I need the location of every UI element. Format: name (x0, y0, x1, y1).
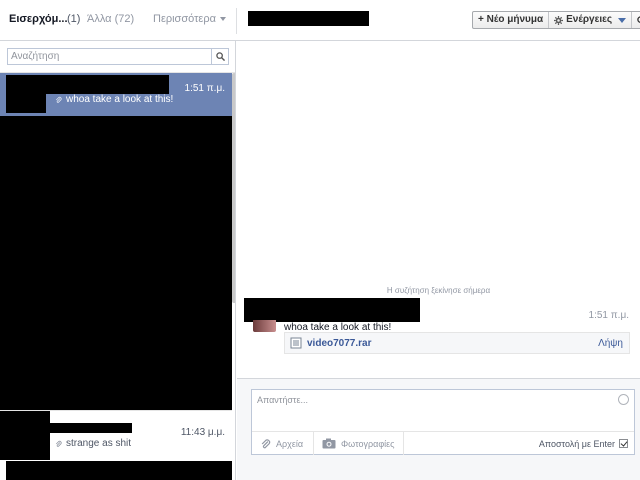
reply-input[interactable] (252, 390, 612, 430)
attachment: video7077.rar Λήψη (284, 332, 630, 354)
emoji-icon[interactable] (618, 394, 629, 405)
avatar[interactable] (253, 320, 276, 332)
attachment-name[interactable]: video7077.rar (307, 338, 372, 349)
conversation-pane: Η συζήτηση ξεκίνησε σήμερα 1:51 π.μ. who… (237, 41, 640, 378)
new-message-label: + Νέο μήνυμα (478, 14, 544, 25)
paperclip-icon (55, 96, 62, 103)
thread-list-scrollbar[interactable] (232, 73, 235, 303)
thread-snippet-text: strange as shit (66, 438, 132, 449)
add-photos-button[interactable]: Φωτογραφίες (314, 432, 404, 455)
search-conversation-button[interactable] (632, 12, 640, 28)
thread-item[interactable]: 11:43 μ.μ. strange as shit (0, 410, 232, 460)
redacted-avatar (0, 411, 50, 460)
redacted-sender-name (6, 75, 169, 94)
send-on-enter-label: Αποστολή με Enter (538, 438, 615, 449)
camera-icon (322, 438, 336, 449)
redacted-thread-item (6, 461, 232, 480)
header-divider (236, 8, 237, 34)
thread-list-panel: 1:51 π.μ. whoa take a look at this! 11:4… (0, 41, 236, 480)
thread-snippet: whoa take a look at this! (55, 94, 173, 105)
search-button[interactable] (211, 49, 228, 64)
files-label: Αρχεία (276, 438, 304, 449)
header-button-group: + Νέο μήνυμα Ενέργειες (472, 11, 640, 29)
send-on-enter-checkbox[interactable] (619, 439, 628, 448)
tab-inbox[interactable]: Εισερχόμ... (9, 13, 68, 25)
chevron-down-icon (618, 17, 627, 23)
tab-other[interactable]: Άλλα (72) (87, 13, 134, 25)
chevron-down-icon (219, 17, 226, 22)
paperclip-icon (55, 440, 62, 447)
new-message-button[interactable]: + Νέο μήνυμα (473, 12, 550, 28)
reply-box: Αρχεία Φωτογραφίες Αποστολή με Enter (251, 389, 635, 455)
thread-snippet-text: whoa take a look at this! (66, 94, 174, 105)
redacted-sender-name (244, 298, 420, 322)
file-icon (290, 337, 302, 349)
redacted-avatar (6, 93, 46, 113)
composer: Αρχεία Φωτογραφίες Αποστολή με Enter (237, 378, 640, 480)
message-time: 1:51 π.μ. (588, 310, 629, 321)
search-icon (215, 52, 225, 61)
download-link[interactable]: Λήψη (598, 338, 623, 349)
redacted-sender-name (48, 423, 132, 433)
reply-toolbar: Αρχεία Φωτογραφίες Αποστολή με Enter (252, 431, 634, 455)
paperclip-icon (261, 438, 271, 448)
thread-snippet: strange as shit (55, 438, 131, 449)
redacted-conversation-title (248, 11, 369, 26)
thread-time: 11:43 μ.μ. (180, 427, 225, 438)
search-input[interactable] (8, 49, 211, 64)
send-on-enter-toggle[interactable]: Αποστολή με Enter (539, 432, 628, 455)
actions-label: Ενέργειες (566, 14, 613, 25)
actions-button[interactable]: Ενέργειες (549, 12, 633, 28)
tab-more[interactable]: Περισσότερα (153, 13, 226, 25)
redacted-thread-list (0, 116, 232, 410)
thread-item-selected[interactable]: 1:51 π.μ. whoa take a look at this! (0, 73, 232, 116)
top-bar: Εισερχόμ... (1) Άλλα (72) Περισσότερα + … (0, 0, 640, 41)
gear-icon (554, 15, 564, 25)
conversation-start-label: Η συζήτηση ξεκίνησε σήμερα (386, 286, 491, 295)
add-files-button[interactable]: Αρχεία (252, 432, 314, 455)
photos-label: Φωτογραφίες (341, 438, 395, 449)
more-label: Περισσότερα (153, 13, 216, 25)
inbox-unread-count: (1) (67, 13, 81, 25)
thread-time: 1:51 π.μ. (184, 83, 225, 94)
thread-search-box (7, 48, 229, 65)
